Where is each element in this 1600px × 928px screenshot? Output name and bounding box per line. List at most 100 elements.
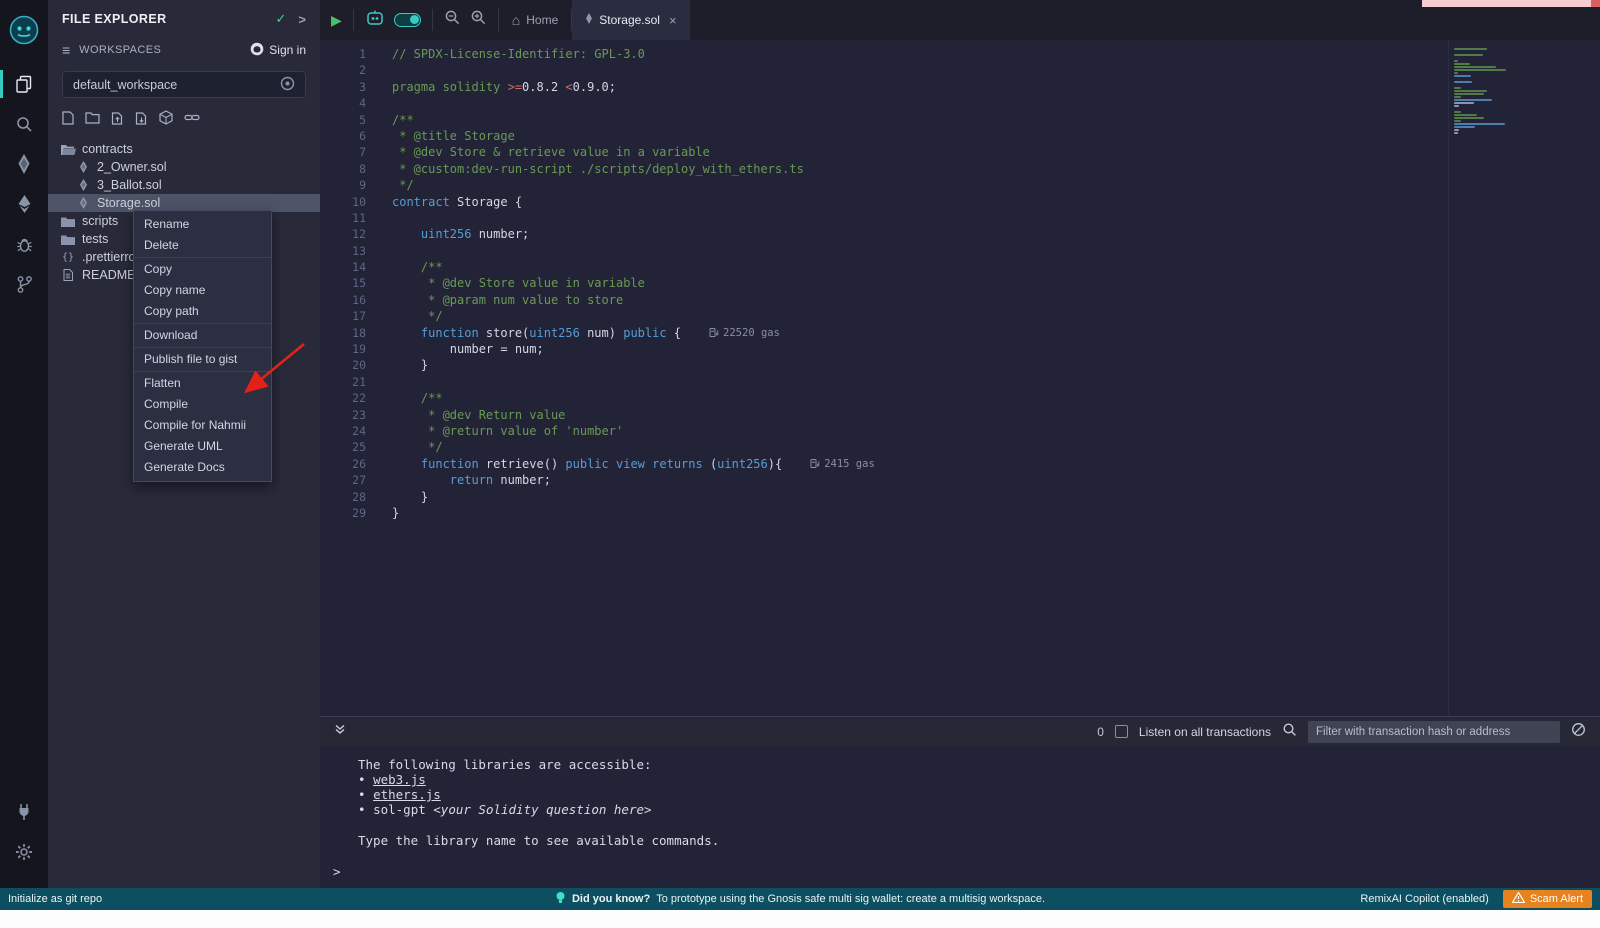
terminal-link-web3-js[interactable]: web3.js: [373, 772, 426, 787]
remixai-robot-icon[interactable]: [365, 10, 385, 31]
line-number: 11: [320, 210, 366, 226]
context-menu-item-delete[interactable]: Delete: [134, 235, 271, 256]
scam-alert-badge[interactable]: Scam Alert: [1503, 890, 1592, 908]
context-menu-item-generate-uml[interactable]: Generate UML: [134, 436, 271, 457]
new-file-icon[interactable]: [62, 111, 74, 130]
code-text: }: [392, 505, 399, 521]
debugger-icon[interactable]: [0, 226, 48, 262]
listen-all-transactions-label[interactable]: Listen on all transactions: [1139, 725, 1271, 739]
plugin-manager-icon[interactable]: [0, 794, 48, 830]
deploy-and-run-icon[interactable]: [0, 186, 48, 222]
minimap-line: [1454, 105, 1459, 107]
upload-file-icon[interactable]: [111, 111, 124, 130]
panel-title: FILE EXPLORER: [62, 12, 276, 26]
tree-item-label: .prettierrc: [82, 250, 135, 264]
workspace-select[interactable]: default_workspace: [62, 71, 306, 98]
tree-item-label: 3_Ballot.sol: [97, 178, 162, 192]
expand-terminal-icon[interactable]: [334, 723, 346, 741]
code-text: * @dev Return value: [392, 407, 565, 423]
clear-console-icon[interactable]: [1571, 722, 1586, 742]
upload-folder-icon[interactable]: [135, 111, 148, 130]
terminal-output[interactable]: The following libraries are accessible: …: [320, 746, 1600, 888]
minimap-line: [1454, 78, 1600, 80]
tree-item-2-owner-sol[interactable]: 2_Owner.sol: [48, 158, 320, 176]
tab-storage-sol[interactable]: Storage.sol ×: [572, 0, 689, 40]
code-line: 18 function store(uint256 num) public {2…: [320, 325, 1448, 341]
remix-logo[interactable]: [0, 8, 48, 52]
settings-gear-icon[interactable]: [0, 834, 48, 870]
zoom-out-icon[interactable]: [444, 9, 461, 31]
code-line: 10contract Storage {: [320, 194, 1448, 210]
gas-estimate[interactable]: 2415 gas: [810, 456, 875, 472]
line-number: 1: [320, 46, 366, 62]
copilot-toggle[interactable]: [394, 13, 421, 27]
terminal-hint: Type the library name to see available c…: [358, 833, 1600, 848]
code-line: 3pragma solidity >=0.8.2 <0.9.0;: [320, 79, 1448, 95]
code-text: /**: [392, 390, 443, 406]
code-text: * @return value of 'number': [392, 423, 623, 439]
warning-icon: [1512, 892, 1525, 906]
minimap-line: [1454, 108, 1600, 110]
menu-divider: [134, 257, 271, 258]
editor-tab-bar: ▶ ⌂ Home: [320, 0, 1600, 40]
context-menu-item-generate-docs[interactable]: Generate Docs: [134, 457, 271, 478]
code-line: 13: [320, 243, 1448, 259]
link-icon[interactable]: [184, 111, 200, 129]
tree-item-3-ballot-sol[interactable]: 3_Ballot.sol: [48, 176, 320, 194]
context-menu-item-rename[interactable]: Rename: [134, 214, 271, 235]
folder-open-icon: [60, 144, 76, 155]
context-menu-item-copy-path[interactable]: Copy path: [134, 301, 271, 322]
context-menu-item-flatten[interactable]: Flatten: [134, 373, 271, 394]
line-number: 18: [320, 325, 366, 341]
git-icon[interactable]: [0, 266, 48, 302]
scam-alert-label: Scam Alert: [1530, 893, 1583, 905]
close-tab-icon[interactable]: ×: [669, 13, 677, 28]
run-script-button[interactable]: ▶: [331, 12, 342, 29]
ipfs-box-icon[interactable]: [159, 110, 173, 130]
context-menu-item-copy[interactable]: Copy: [134, 259, 271, 280]
hamburger-menu-icon[interactable]: ≡: [62, 42, 70, 58]
terminal-link-ethers-js[interactable]: ethers.js: [373, 787, 441, 802]
context-menu-item-download[interactable]: Download: [134, 325, 271, 346]
terminal-library-item: • sol-gpt <your Solidity question here>: [358, 802, 1600, 817]
remix-ide-window: FILE EXPLORER ✓ > ≡ WORKSPACES Sign in d…: [0, 0, 1600, 928]
new-folder-icon[interactable]: [85, 111, 100, 129]
folder-icon: [60, 234, 76, 245]
minimap-line: [1454, 126, 1475, 128]
gas-estimate[interactable]: 22520 gas: [709, 325, 780, 341]
file-explorer-icon[interactable]: [0, 66, 48, 102]
code-text: }: [392, 357, 428, 373]
minimap-line: [1454, 57, 1600, 59]
tab-home[interactable]: ⌂ Home: [499, 0, 571, 40]
code-pane[interactable]: 1// SPDX-License-Identifier: GPL-3.023pr…: [320, 40, 1448, 716]
line-number: 28: [320, 489, 366, 505]
context-menu-item-publish-file-to-gist[interactable]: Publish file to gist: [134, 349, 271, 370]
sign-in-button[interactable]: Sign in: [250, 42, 306, 59]
code-text: return number;: [392, 472, 551, 488]
code-line: 14 /**: [320, 259, 1448, 275]
home-icon: ⌂: [512, 12, 520, 28]
minimap[interactable]: [1448, 40, 1600, 716]
line-number: 8: [320, 161, 366, 177]
solidity-compiler-icon[interactable]: [0, 146, 48, 182]
context-menu-item-compile-for-nahmii[interactable]: Compile for Nahmii: [134, 415, 271, 436]
workspace-options-icon[interactable]: [280, 76, 295, 94]
transaction-filter-input[interactable]: [1308, 721, 1560, 743]
chevron-right-icon[interactable]: >: [298, 12, 306, 27]
code-line: 21: [320, 374, 1448, 390]
listen-all-transactions-checkbox[interactable]: [1115, 725, 1128, 738]
tree-item-contracts[interactable]: contracts: [48, 140, 320, 158]
minimap-line: [1454, 90, 1487, 92]
code-line: 25 */: [320, 439, 1448, 455]
context-menu-item-copy-name[interactable]: Copy name: [134, 280, 271, 301]
code-text: pragma solidity >=0.8.2 <0.9.0;: [392, 79, 616, 95]
search-icon[interactable]: [0, 106, 48, 142]
git-init-button[interactable]: Initialize as git repo: [8, 893, 102, 905]
copilot-status-label[interactable]: RemixAI Copilot (enabled): [1360, 893, 1488, 905]
code-editor[interactable]: 1// SPDX-License-Identifier: GPL-3.023pr…: [320, 40, 1600, 716]
terminal-prompt[interactable]: >: [333, 864, 1600, 879]
terminal-search-icon[interactable]: [1282, 722, 1297, 742]
file-context-menu: RenameDelete CopyCopy nameCopy path Downlo…: [133, 210, 272, 482]
zoom-in-icon[interactable]: [470, 9, 487, 31]
context-menu-item-compile[interactable]: Compile: [134, 394, 271, 415]
